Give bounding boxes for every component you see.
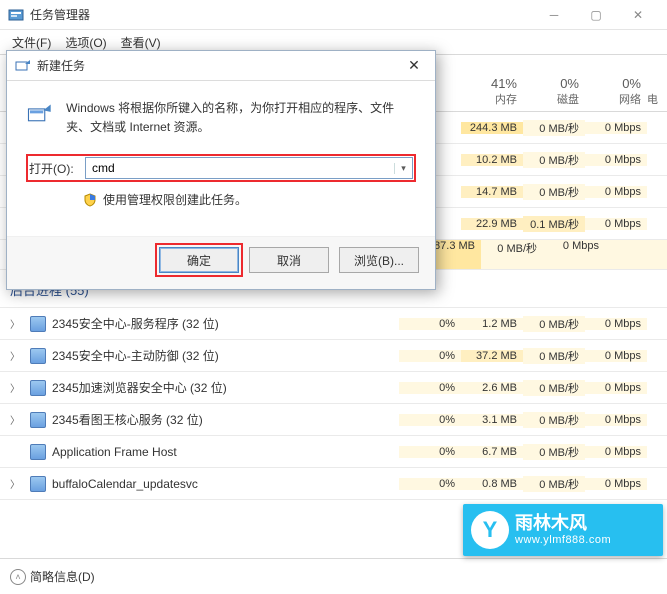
open-row-highlight: 打开(O): ▾ — [27, 155, 415, 181]
close-button[interactable]: ✕ — [617, 0, 659, 30]
run-dialog: 新建任务 ✕ Windows 将根据你所键入的名称，为你打开相应的程序、文件夹、… — [6, 50, 436, 290]
chevron-up-icon: ˄ — [10, 569, 26, 585]
col-network[interactable]: 0% 网络 — [585, 76, 647, 111]
ok-highlight: 确定 — [159, 247, 239, 273]
process-icon — [30, 348, 46, 364]
process-name: Application Frame Host — [52, 445, 177, 459]
process-name: buffaloCalendar_updatesvc — [52, 477, 198, 491]
expand-icon[interactable]: 〉 — [10, 348, 24, 363]
admin-info: 使用管理权限创建此任务。 — [27, 191, 415, 208]
shield-icon — [83, 193, 97, 207]
dialog-buttons: 确定 取消 浏览(B)... — [7, 236, 435, 289]
col-disk[interactable]: 0% 磁盘 — [523, 76, 585, 111]
dialog-title: 新建任务 — [37, 57, 401, 74]
brand-icon: Y — [471, 511, 509, 549]
dialog-description: Windows 将根据你所键入的名称，为你打开相应的程序、文件夹、文档或 Int… — [66, 99, 415, 137]
open-combobox[interactable]: ▾ — [85, 157, 413, 179]
minimize-button[interactable]: ─ — [533, 0, 575, 30]
col-memory[interactable]: 41% 内存 — [461, 76, 523, 111]
process-icon — [30, 412, 46, 428]
run-icon — [27, 99, 52, 129]
process-icon — [30, 444, 46, 460]
app-icon — [8, 7, 24, 23]
window-titlebar: 任务管理器 ─ ▢ ✕ — [0, 0, 667, 30]
table-row[interactable]: 〉2345安全中心-服务程序 (32 位) 0% 1.2 MB 0 MB/秒 0… — [0, 308, 667, 340]
ok-button[interactable]: 确定 — [159, 247, 239, 273]
expand-icon[interactable]: 〉 — [10, 476, 24, 491]
cancel-button[interactable]: 取消 — [249, 247, 329, 273]
table-row[interactable]: 〉2345看图王核心服务 (32 位) 0% 3.1 MB 0 MB/秒 0 M… — [0, 404, 667, 436]
process-icon — [30, 316, 46, 332]
process-icon — [30, 476, 46, 492]
process-name: 2345安全中心-主动防御 (32 位) — [52, 347, 219, 364]
process-table-bg: 〉2345安全中心-服务程序 (32 位) 0% 1.2 MB 0 MB/秒 0… — [0, 308, 667, 500]
window-title: 任务管理器 — [30, 6, 533, 23]
table-row[interactable]: 〉2345安全中心-主动防御 (32 位) 0% 37.2 MB 0 MB/秒 … — [0, 340, 667, 372]
table-row[interactable]: 〉2345加速浏览器安全中心 (32 位) 0% 2.6 MB 0 MB/秒 0… — [0, 372, 667, 404]
dialog-titlebar: 新建任务 ✕ — [7, 51, 435, 81]
process-name: 2345安全中心-服务程序 (32 位) — [52, 315, 219, 332]
process-name: 2345看图王核心服务 (32 位) — [52, 411, 203, 428]
expand-icon[interactable]: 〉 — [10, 380, 24, 395]
open-input[interactable] — [86, 158, 394, 178]
col-power-truncated[interactable]: 电 — [647, 76, 667, 111]
footer: ˄ 简略信息(D) — [0, 558, 667, 594]
run-dialog-icon — [15, 58, 31, 74]
process-icon — [30, 380, 46, 396]
fewer-details-button[interactable]: ˄ 简略信息(D) — [10, 568, 95, 585]
expand-icon[interactable]: 〉 — [10, 316, 24, 331]
expand-icon[interactable]: 〉 — [10, 412, 24, 427]
maximize-button[interactable]: ▢ — [575, 0, 617, 30]
open-label: 打开(O): — [29, 160, 79, 177]
table-row[interactable]: 〉buffaloCalendar_updatesvc 0% 0.8 MB 0 M… — [0, 468, 667, 500]
process-name: 2345加速浏览器安全中心 (32 位) — [52, 379, 227, 396]
watermark-logo: Y 雨林木风 www.ylmf888.com — [463, 504, 663, 556]
table-row[interactable]: 〉Application Frame Host 0% 6.7 MB 0 MB/秒… — [0, 436, 667, 468]
chevron-down-icon[interactable]: ▾ — [394, 163, 412, 174]
browse-button[interactable]: 浏览(B)... — [339, 247, 419, 273]
dialog-close-button[interactable]: ✕ — [401, 57, 427, 74]
